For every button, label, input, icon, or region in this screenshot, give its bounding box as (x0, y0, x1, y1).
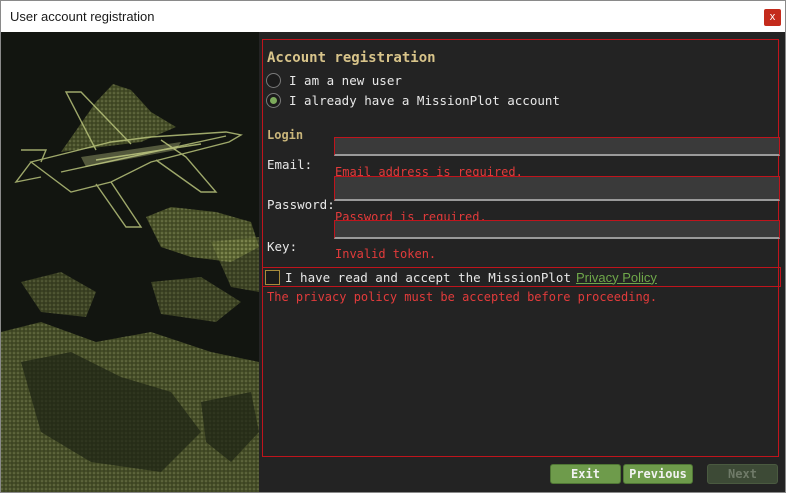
registration-window: User account registration x Account regi… (0, 0, 786, 493)
previous-button[interactable]: Previous (623, 464, 693, 484)
radio-existing-account-indicator[interactable] (266, 92, 281, 108)
radio-existing-account[interactable]: I already have a MissionPlot account (266, 91, 560, 109)
radio-existing-account-label: I already have a MissionPlot account (289, 92, 560, 108)
password-label: Password: (267, 197, 335, 212)
radio-new-user-label: I am a new user (289, 72, 402, 88)
key-error: Invalid token. (335, 247, 437, 261)
email-field[interactable] (334, 137, 780, 156)
key-field[interactable] (334, 220, 780, 239)
privacy-policy-link[interactable]: Privacy Policy (576, 270, 657, 285)
privacy-acceptance-row: I have read and accept the MissionPlot P… (262, 267, 781, 287)
login-section-label: Login (267, 128, 304, 142)
privacy-text: I have read and accept the MissionPlot (285, 269, 571, 285)
key-label: Key: (267, 239, 298, 254)
privacy-error: The privacy policy must be accepted befo… (267, 290, 658, 304)
form-heading: Account registration (267, 50, 436, 66)
registration-panel: Account registration I am a new user I a… (259, 32, 785, 492)
radio-new-user[interactable]: I am a new user (266, 71, 402, 89)
email-label: Email: (267, 157, 313, 172)
next-button[interactable]: Next (707, 464, 778, 484)
jet-illustration (1, 32, 259, 492)
registration-form: Account registration I am a new user I a… (262, 39, 781, 457)
exit-button[interactable]: Exit (550, 464, 621, 484)
password-field[interactable] (334, 176, 780, 201)
title-bar: User account registration x (1, 1, 785, 32)
window-title: User account registration (10, 9, 155, 24)
close-button[interactable]: x (764, 9, 781, 26)
privacy-checkbox[interactable] (265, 269, 280, 285)
radio-new-user-indicator[interactable] (266, 72, 281, 88)
